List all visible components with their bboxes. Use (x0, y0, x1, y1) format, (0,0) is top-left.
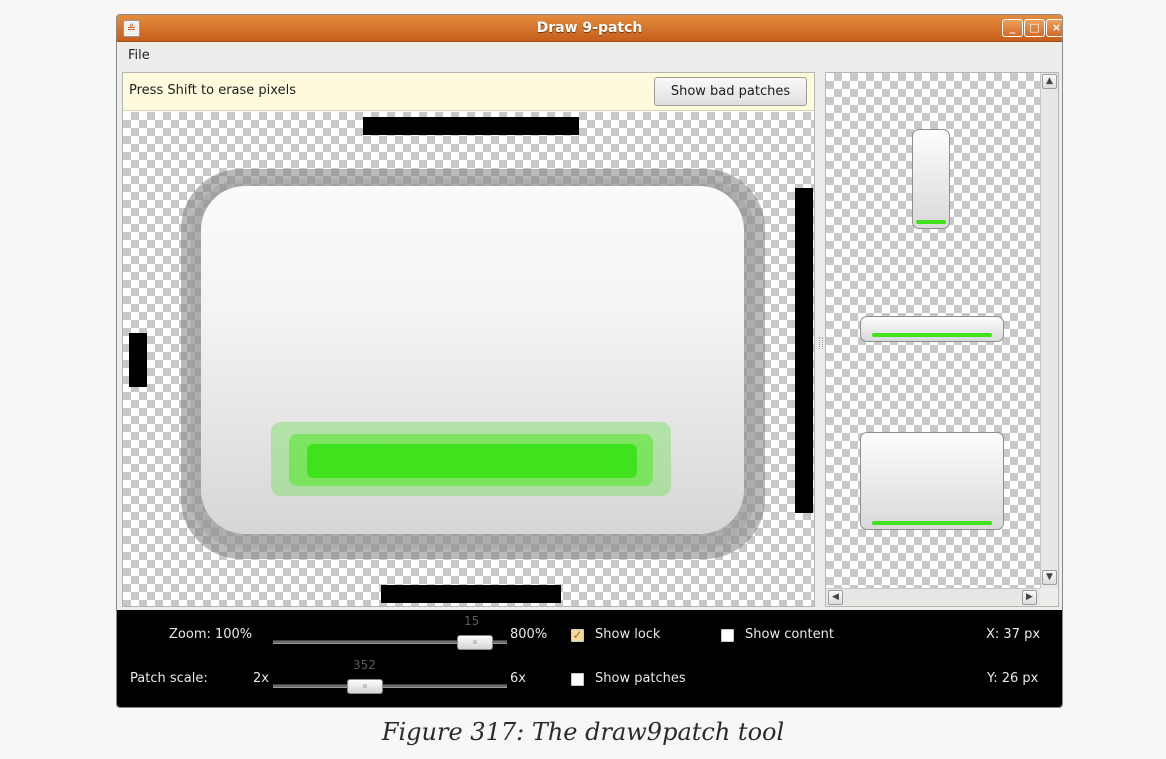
preview-large (860, 432, 1004, 530)
show-lock-checkbox[interactable]: ✓ (571, 629, 584, 642)
preview-wide (860, 316, 1004, 342)
zoom-slider-thumb[interactable]: ıı (457, 635, 493, 650)
preview-wide-green-bar (872, 333, 992, 337)
zoom-label: Zoom: 100% (169, 627, 253, 642)
show-bad-patches-button[interactable]: Show bad patches (654, 77, 807, 106)
scroll-up-icon[interactable]: ▲ (1042, 74, 1057, 89)
stretch-patch-top[interactable] (363, 117, 579, 135)
scrollbar-corner (1040, 588, 1058, 606)
patch-editor-panel: Press Shift to erase pixels Show bad pat… (122, 72, 815, 607)
show-content-checkbox[interactable] (721, 629, 734, 642)
preview-panel: ▲ ▼ ◀ ▶ (825, 72, 1059, 607)
window-title: Draw 9-patch (536, 20, 643, 36)
menu-bar: File (117, 43, 1062, 70)
y-coordinate: Y: 26 px (987, 671, 1039, 686)
patch-scale-slider-thumb[interactable]: ıı (347, 679, 383, 694)
divider-grip-icon[interactable] (819, 337, 823, 349)
show-content-label[interactable]: Show content (745, 627, 834, 642)
green-glow-core (307, 444, 637, 478)
zoom-max-label: 800% (510, 627, 548, 642)
title-bar: ≗ Draw 9-patch _ □ × (117, 15, 1062, 42)
scroll-left-icon[interactable]: ◀ (828, 590, 843, 605)
patch-scale-min-label: 2x (253, 671, 269, 686)
preview-tall (912, 129, 950, 229)
editing-canvas[interactable] (123, 112, 814, 606)
preview-horizontal-scrollbar[interactable]: ◀ ▶ (826, 588, 1040, 606)
patch-scale-slider-value: 352 (353, 658, 376, 672)
show-patches-checkbox[interactable] (571, 673, 584, 686)
zoom-slider-value: 15 (464, 614, 480, 628)
show-patches-label[interactable]: Show patches (595, 671, 686, 686)
preview-large-green-bar (872, 521, 992, 525)
x-coordinate: X: 37 px (986, 627, 1041, 642)
preview-canvas (826, 73, 1040, 588)
show-lock-label[interactable]: Show lock (595, 627, 660, 642)
scroll-right-icon[interactable]: ▶ (1022, 590, 1037, 605)
padding-patch-right[interactable] (795, 188, 813, 513)
menu-file[interactable]: File (128, 48, 150, 63)
controls-bar: Zoom: 100% ıı 15 800% Patch scale: 2x ıı… (117, 610, 1062, 707)
stretch-patch-left[interactable] (129, 333, 147, 387)
hint-bar: Press Shift to erase pixels Show bad pat… (123, 73, 814, 111)
preview-vertical-scrollbar[interactable]: ▲ ▼ (1040, 73, 1058, 588)
scroll-down-icon[interactable]: ▼ (1042, 570, 1057, 585)
minimize-button[interactable]: _ (1002, 19, 1023, 37)
hint-text: Press Shift to erase pixels (129, 83, 296, 98)
draw9patch-window: ≗ Draw 9-patch _ □ × File Press Shift to… (116, 14, 1063, 708)
patch-scale-max-label: 6x (510, 671, 526, 686)
maximize-button[interactable]: □ (1024, 19, 1045, 37)
close-button[interactable]: × (1046, 19, 1062, 37)
padding-patch-bottom[interactable] (381, 585, 561, 603)
patch-scale-label: Patch scale: (130, 671, 208, 686)
figure-caption: Figure 317: The draw9patch tool (381, 718, 785, 746)
patch-scale-slider-track[interactable] (273, 684, 507, 688)
preview-tall-green-bar (915, 220, 947, 224)
